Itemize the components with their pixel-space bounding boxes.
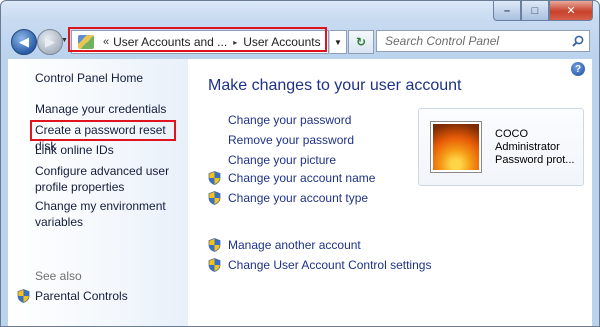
control-panel-icon — [78, 35, 94, 49]
link-uac-settings[interactable]: Change User Account Control settings — [208, 258, 431, 272]
sidebar-item-manage-credentials[interactable]: Manage your credentials — [35, 101, 166, 117]
breadcrumb-chevron-icon[interactable]: ▸ — [233, 38, 237, 47]
sidebar-item-advanced-profile[interactable]: Configure advanced user profile properti… — [35, 163, 185, 195]
recent-pages-dropdown[interactable]: ▼ — [61, 37, 68, 44]
refresh-button[interactable]: ↻ — [348, 30, 374, 54]
link-label: Manage another account — [228, 238, 361, 252]
shield-icon — [208, 191, 221, 205]
page-title: Make changes to your user account — [208, 77, 462, 94]
link-change-account-type[interactable]: Change your account type — [208, 191, 368, 205]
control-panel-window: – □ ✕ ◀ ▶ ▼ « User Accounts and ... ▸ Us… — [0, 0, 600, 327]
close-button[interactable]: ✕ — [549, 1, 593, 21]
user-role: Administrator — [495, 141, 560, 153]
see-also-heading: See also — [35, 269, 82, 283]
refresh-icon: ↻ — [355, 35, 367, 49]
link-label: Change your account name — [228, 171, 376, 185]
search-input[interactable] — [377, 31, 575, 51]
user-name: COCO — [495, 128, 528, 140]
forward-button[interactable]: ▶ — [37, 29, 63, 55]
sidebar-item-link-online-ids[interactable]: Link online IDs — [35, 142, 114, 158]
avatar — [430, 121, 482, 173]
link-label: Change your account type — [228, 191, 369, 205]
breadcrumb-parent[interactable]: User Accounts and ... — [113, 35, 227, 49]
sidebar-item-label: Parental Controls — [35, 289, 128, 303]
navigation-bar: ◀ ▶ ▼ « User Accounts and ... ▸ User Acc… — [1, 27, 599, 57]
user-account-card: COCO Administrator Password prot... — [418, 108, 584, 186]
sidebar-item-control-panel-home[interactable]: Control Panel Home — [35, 70, 143, 86]
link-remove-password[interactable]: Remove your password — [228, 133, 354, 147]
back-arrow-icon: ◀ — [19, 34, 29, 49]
forward-arrow-icon: ▶ — [45, 34, 55, 49]
window-controls: – □ ✕ — [493, 1, 593, 21]
address-bar[interactable]: « User Accounts and ... ▸ User Accounts — [71, 30, 329, 54]
sidebar: Control Panel Home Manage your credentia… — [8, 59, 188, 326]
link-change-account-name[interactable]: Change your account name — [208, 171, 375, 185]
address-dropdown-button[interactable]: ▼ — [330, 30, 347, 54]
password-reset-highlight — [30, 120, 176, 141]
search-box[interactable] — [376, 30, 590, 52]
breadcrumb-current[interactable]: User Accounts — [243, 35, 320, 49]
link-manage-another-account[interactable]: Manage another account — [208, 238, 361, 252]
content-area: Control Panel Home Manage your credentia… — [8, 59, 592, 326]
search-icon[interactable] — [572, 35, 584, 47]
user-password-status: Password prot... — [495, 154, 575, 166]
minimize-button[interactable]: – — [493, 1, 521, 21]
sidebar-item-environment-variables[interactable]: Change my environment variables — [35, 198, 185, 230]
link-change-password[interactable]: Change your password — [228, 113, 351, 127]
shield-icon — [17, 289, 30, 303]
help-icon[interactable]: ? — [571, 62, 585, 76]
shield-icon — [208, 258, 221, 272]
shield-icon — [208, 238, 221, 252]
shield-icon — [208, 171, 221, 185]
link-change-picture[interactable]: Change your picture — [228, 153, 336, 167]
link-label: Change User Account Control settings — [228, 258, 432, 272]
breadcrumb-overflow[interactable]: « — [103, 36, 109, 48]
maximize-button[interactable]: □ — [521, 1, 549, 21]
sidebar-item-parental-controls[interactable]: Parental Controls — [17, 289, 128, 303]
back-button[interactable]: ◀ — [11, 29, 37, 55]
